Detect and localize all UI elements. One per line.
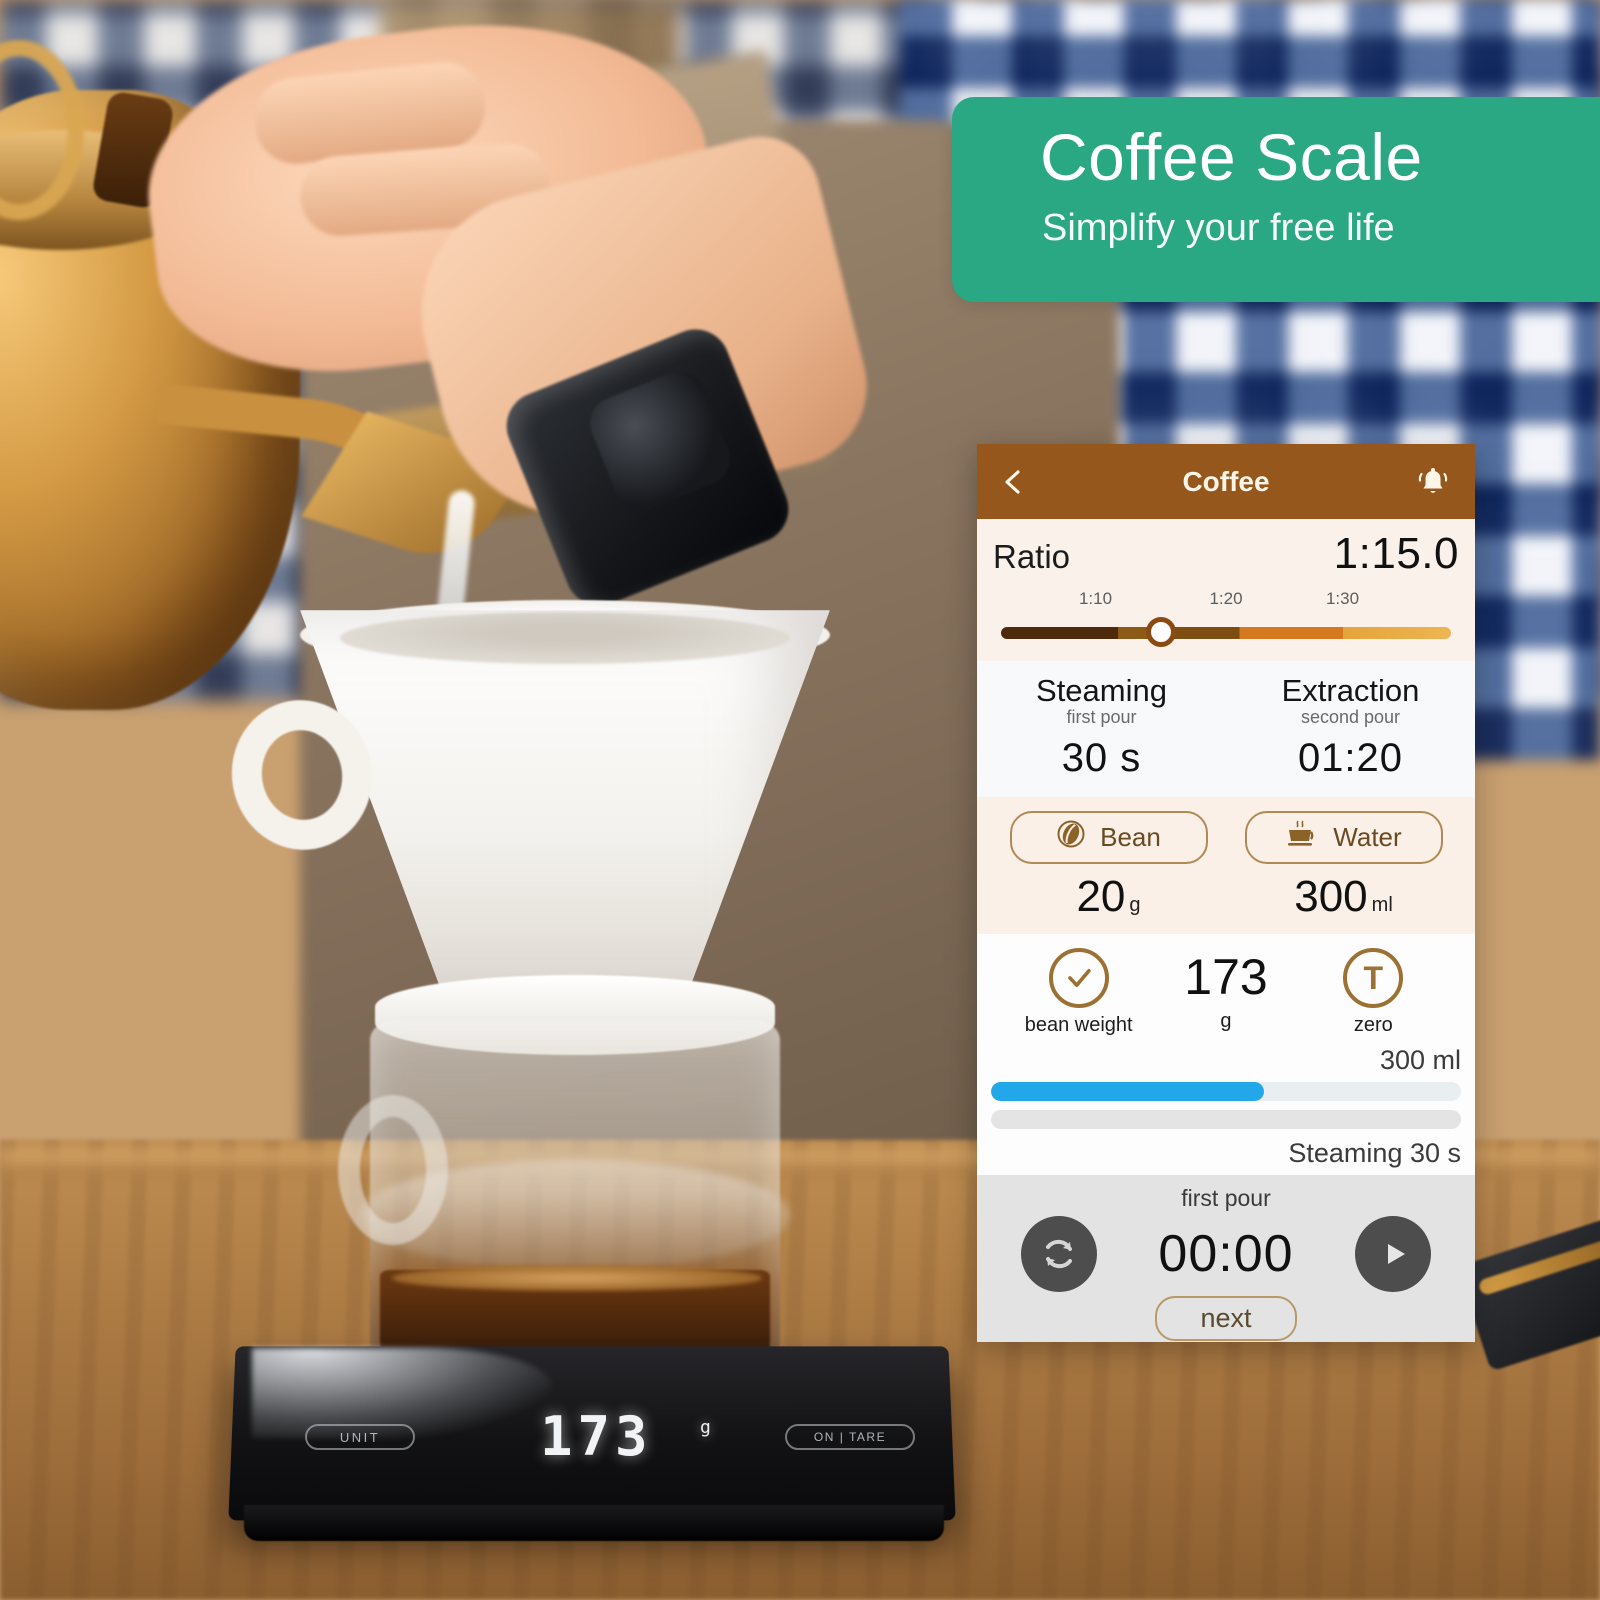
ratio-slider[interactable] — [993, 617, 1459, 647]
server-handle — [338, 1095, 448, 1245]
extraction-pour-card[interactable]: Extraction second pour 01:20 — [1226, 673, 1475, 781]
ratio-section: Ratio 1:15.0 1:10 1:20 1:30 — [977, 519, 1475, 661]
live-weight-unit: g — [1220, 1010, 1232, 1032]
water-amount-value: 300 — [1294, 872, 1368, 921]
ratio-tick-labels: 1:10 1:20 1:30 — [993, 589, 1459, 615]
steaming-pour-card[interactable]: Steaming first pour 30 s — [977, 673, 1226, 781]
extraction-title: Extraction — [1281, 673, 1420, 708]
water-button[interactable]: Water — [1244, 811, 1443, 864]
live-weight-value: 173 — [1184, 949, 1268, 1005]
bell-icon[interactable] — [1415, 465, 1451, 499]
scale-on-tare-button[interactable]: ON | TARE — [785, 1424, 915, 1450]
steaming-subtitle: first pour — [1066, 707, 1137, 727]
weight-controls-section: bean weight 173 g T zero — [977, 934, 1475, 1043]
extraction-value: 01:20 — [1297, 736, 1404, 780]
water-progress-fill — [991, 1082, 1264, 1101]
timer-section: first pour 00:00 next — [977, 1175, 1475, 1342]
bean-weight-caption: bean weight — [1024, 1014, 1133, 1036]
timer-stage-label: first pour — [1181, 1185, 1271, 1211]
scale-unit-button[interactable]: UNIT — [305, 1424, 415, 1450]
app-header: Coffee — [977, 444, 1475, 519]
ratio-label: Ratio — [993, 538, 1071, 575]
chevron-left-icon[interactable] — [999, 468, 1027, 496]
zero-control[interactable]: T zero — [1300, 948, 1447, 1037]
reset-circular-arrows-icon[interactable] — [1021, 1216, 1097, 1292]
dripper-inner-shadow — [340, 612, 790, 664]
ratio-header: Ratio 1:15.0 — [993, 529, 1459, 579]
timer-value: 00:00 — [1158, 1225, 1294, 1283]
promo-subtitle: Simplify your free life — [1042, 207, 1395, 249]
timer-controls-row: 00:00 — [977, 1216, 1475, 1292]
zero-caption: zero — [1353, 1014, 1393, 1036]
water-target-label: 300 ml — [1379, 1045, 1461, 1075]
promo-title: Coffee Scale — [1040, 120, 1423, 194]
ratio-tick-0: 1:10 — [1078, 589, 1113, 608]
ratio-tick-1: 1:20 — [1209, 589, 1243, 608]
scale-base — [244, 1505, 944, 1541]
steaming-title: Steaming — [1036, 673, 1167, 708]
scale-led-display: 173 — [540, 1405, 653, 1468]
extraction-subtitle: second pour — [1300, 707, 1401, 727]
live-weight-readout: 173 g — [1152, 952, 1299, 1033]
steaming-value: 30 s — [1061, 736, 1142, 780]
next-button[interactable]: next — [1155, 1296, 1297, 1341]
tare-t-glyph: T — [1363, 960, 1384, 996]
ratio-value: 1:15.0 — [1333, 529, 1459, 578]
water-amount: 300 ml — [1226, 872, 1461, 922]
ratio-slider-track — [1001, 627, 1451, 639]
coffee-crema — [392, 1265, 762, 1291]
brew-status-label: Steaming 30 s — [1288, 1138, 1461, 1168]
bean-column: Bean 20 g — [991, 811, 1226, 922]
progress-section: 300 ml Steaming 30 s — [977, 1043, 1475, 1175]
promo-banner: Coffee Scale Simplify your free life — [952, 97, 1600, 302]
bean-water-section: Bean 20 g Water 300 ml — [977, 797, 1475, 934]
ratio-tick-2: 1:30 — [1325, 589, 1360, 608]
water-label: Water — [1333, 822, 1402, 852]
water-progress-bar — [991, 1082, 1461, 1101]
water-column: Water 300 ml — [1226, 811, 1461, 922]
bean-button[interactable]: Bean — [1009, 811, 1208, 864]
check-circle-icon[interactable] — [1048, 948, 1109, 1008]
app-title: Coffee — [1182, 465, 1270, 497]
coffee-app-screen: Coffee Ratio 1:15.0 1:10 1:20 1:30 Steam… — [977, 444, 1475, 1342]
tare-t-icon[interactable]: T — [1343, 948, 1404, 1008]
scale-led-unit: g — [700, 1417, 711, 1438]
bean-label: Bean — [1100, 822, 1161, 852]
water-amount-unit: ml — [1371, 894, 1393, 916]
pour-timings-section: Steaming first pour 30 s Extraction seco… — [977, 661, 1475, 797]
bean-weight-control[interactable]: bean weight — [1005, 948, 1152, 1037]
bean-amount-value: 20 — [1076, 872, 1126, 921]
bean-amount-unit: g — [1129, 894, 1141, 916]
coffee-bean-icon — [1056, 819, 1086, 856]
ratio-slider-handle[interactable] — [1145, 617, 1176, 647]
bean-amount: 20 g — [991, 872, 1226, 922]
time-progress-bar — [991, 1110, 1461, 1129]
play-icon[interactable] — [1355, 1216, 1431, 1292]
coffee-cup-icon — [1285, 819, 1319, 856]
